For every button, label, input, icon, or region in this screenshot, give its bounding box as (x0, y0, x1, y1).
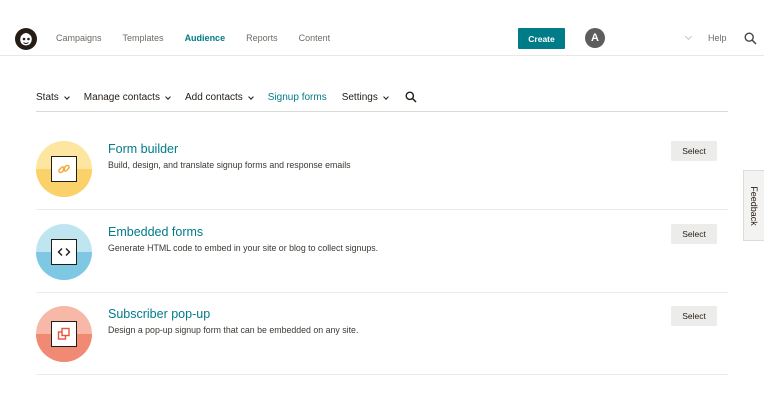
subnav-add-contacts-label: Add contacts (184, 92, 243, 103)
subscriber-popup-illustration (36, 306, 92, 362)
form-builder-select-button[interactable]: Select (671, 141, 717, 161)
embedded-forms-icon-box (51, 239, 77, 265)
embedded-forms-illustration (36, 224, 92, 280)
subscriber-popup-description: Design a pop-up signup form that can be … (108, 325, 359, 335)
feedback-tab[interactable]: Feedback (743, 170, 764, 241)
form-option-embedded-forms: Embedded forms Generate HTML code to emb… (36, 211, 728, 293)
subnav-manage-contacts[interactable]: Manage contacts (83, 92, 171, 104)
subnav-signup-forms[interactable]: Signup forms (268, 92, 327, 104)
subnav-settings-label: Settings (341, 92, 378, 103)
feedback-label: Feedback (749, 185, 759, 226)
subnav-settings[interactable]: Settings (341, 92, 389, 104)
subnav-stats[interactable]: Stats (36, 92, 70, 104)
embedded-forms-description: Generate HTML code to embed in your site… (108, 243, 379, 253)
embedded-forms-select-button[interactable]: Select (671, 224, 717, 244)
popup-icon (57, 327, 70, 340)
form-builder-illustration (36, 141, 92, 197)
form-builder-description: Build, design, and translate signup form… (108, 160, 351, 170)
form-option-subscriber-popup: Subscriber pop-up Design a pop-up signup… (36, 293, 728, 375)
embedded-forms-title[interactable]: Embedded forms (108, 225, 203, 240)
help-link[interactable]: Help (708, 33, 727, 44)
subscriber-popup-select-button[interactable]: Select (671, 306, 717, 326)
subscriber-popup-title[interactable]: Subscriber pop-up (108, 307, 210, 322)
nav-link-templates[interactable]: Templates (123, 33, 164, 44)
search-icon[interactable] (405, 91, 417, 103)
subnav-signup-forms-label: Signup forms (267, 92, 327, 103)
link-icon (58, 164, 70, 174)
form-option-form-builder: Form builder Build, design, and translat… (36, 128, 728, 210)
form-builder-icon-box (51, 156, 77, 182)
chevron-down-icon (165, 93, 171, 100)
create-button[interactable]: Create (518, 28, 565, 49)
chevron-down-icon (247, 93, 254, 100)
nav-link-reports[interactable]: Reports (246, 33, 278, 44)
nav-link-campaigns[interactable]: Campaigns (56, 33, 102, 44)
form-builder-title[interactable]: Form builder (108, 142, 178, 157)
main-nav-links: Campaigns Templates Audience Reports Con… (56, 33, 351, 44)
account-chevron-down-icon[interactable] (684, 32, 693, 41)
nav-link-audience[interactable]: Audience (185, 33, 226, 44)
top-navigation: Campaigns Templates Audience Reports Con… (0, 0, 764, 56)
subnav-stats-label: Stats (36, 92, 59, 103)
chevron-down-icon (383, 93, 389, 100)
subnav-add-contacts[interactable]: Add contacts (184, 92, 254, 104)
search-icon[interactable] (744, 32, 757, 45)
code-icon (57, 248, 71, 256)
nav-link-content[interactable]: Content (299, 33, 331, 44)
freddie-logo-icon[interactable] (14, 27, 38, 51)
subscriber-popup-icon-box (51, 321, 77, 347)
avatar[interactable]: A (585, 28, 605, 48)
audience-subnav: Stats Manage contacts Add contacts Signu… (36, 91, 728, 112)
subnav-manage-contacts-label: Manage contacts (83, 92, 160, 103)
chevron-down-icon (63, 93, 70, 100)
